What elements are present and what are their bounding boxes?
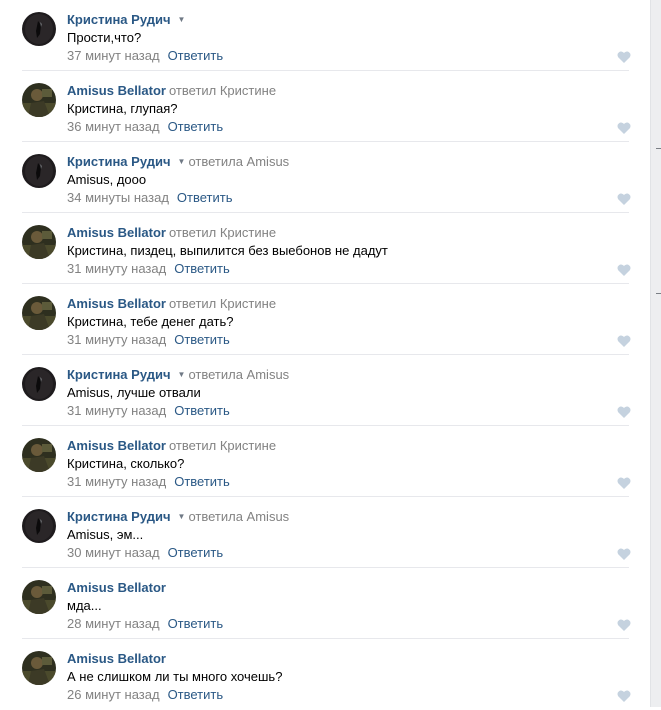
comment-item: Кристина Рудич ▼ Прости,что? 37 минут наз… (0, 0, 650, 71)
comment-date[interactable]: 36 минут назад (67, 119, 160, 134)
comment-date[interactable]: 31 минуту назад (67, 403, 166, 418)
comment-date[interactable]: 37 минут назад (67, 48, 160, 63)
comment-item: Amisus Bellator мда... 28 минут назад Отв… (0, 568, 650, 639)
comment-text: Кристина, пиздец, выпилится без выебонов… (67, 243, 388, 258)
reply-to-label[interactable]: ответил Кристине (169, 83, 276, 98)
comment-item: Кристина Рудич ▼ ответила Amisus Amisus, э… (0, 497, 650, 568)
comment-text: А не слишком ли ты много хочешь? (67, 669, 283, 684)
author-name[interactable]: Amisus Bellator (67, 296, 166, 311)
heart-icon[interactable] (617, 193, 631, 205)
author-name[interactable]: Amisus Bellator (67, 438, 166, 453)
comment-item: Amisus Bellator ответил Кристине Кристина… (0, 71, 650, 142)
avatar-amisus[interactable] (22, 580, 56, 614)
reply-to-label[interactable]: ответил Кристине (169, 438, 276, 453)
avatar-amisus[interactable] (22, 438, 56, 472)
comment-date[interactable]: 31 минуту назад (67, 474, 166, 489)
avatar-kristina[interactable] (22, 12, 56, 46)
author-name[interactable]: Кристина Рудич (67, 367, 171, 382)
author-name[interactable]: Amisus Bellator (67, 83, 166, 98)
chevron-down-icon[interactable]: ▼ (178, 512, 186, 521)
avatar-kristina[interactable] (22, 154, 56, 188)
heart-icon[interactable] (617, 406, 631, 418)
avatar-amisus[interactable] (22, 296, 56, 330)
avatar-amisus[interactable] (22, 225, 56, 259)
avatar-amisus[interactable] (22, 83, 56, 117)
reply-to-label[interactable]: ответила Amisus (188, 154, 289, 169)
author-name[interactable]: Кристина Рудич (67, 154, 171, 169)
avatar-amisus[interactable] (22, 651, 56, 685)
reply-button[interactable]: Ответить (174, 332, 230, 347)
comment-date[interactable]: 31 минуту назад (67, 332, 166, 347)
comment-date[interactable]: 30 минут назад (67, 545, 160, 560)
reply-button[interactable]: Ответить (168, 687, 224, 702)
comment-item: Кристина Рудич ▼ ответила Amisus Amisus, д… (0, 142, 650, 213)
comment-item: Amisus Bellator ответил Кристине Кристина… (0, 426, 650, 497)
chevron-down-icon[interactable]: ▼ (178, 15, 186, 24)
avatar-kristina[interactable] (22, 509, 56, 543)
author-name[interactable]: Amisus Bellator (67, 651, 166, 666)
heart-icon[interactable] (617, 122, 631, 134)
reply-button[interactable]: Ответить (168, 545, 224, 560)
author-name[interactable]: Кристина Рудич (67, 12, 171, 27)
reply-button[interactable]: Ответить (177, 190, 233, 205)
heart-icon[interactable] (617, 51, 631, 63)
comment-text: Кристина, глупая? (67, 101, 178, 116)
comment-text: Кристина, тебе денег дать? (67, 314, 234, 329)
reply-button[interactable]: Ответить (168, 48, 224, 63)
author-name[interactable]: Кристина Рудич (67, 509, 171, 524)
page-scroll-edge (650, 0, 661, 707)
reply-button[interactable]: Ответить (174, 261, 230, 276)
heart-icon[interactable] (617, 690, 631, 702)
comment-text: Amisus, дооо (67, 172, 147, 187)
heart-icon[interactable] (617, 335, 631, 347)
comment-item: Amisus Bellator ответил Кристине Кристина… (0, 284, 650, 355)
heart-icon[interactable] (617, 477, 631, 489)
avatar-kristina[interactable] (22, 367, 56, 401)
edge-tick (656, 148, 661, 149)
comment-text: мда... (67, 598, 102, 613)
reply-button[interactable]: Ответить (174, 403, 230, 418)
comment-date[interactable]: 34 минуты назад (67, 190, 169, 205)
reply-to-label[interactable]: ответил Кристине (169, 296, 276, 311)
comment-item: Amisus Bellator ответил Кристине Кристина… (0, 213, 650, 284)
reply-to-label[interactable]: ответил Кристине (169, 225, 276, 240)
reply-button[interactable]: Ответить (174, 474, 230, 489)
comment-text: Amisus, лучше отвали (67, 385, 201, 400)
comment-date[interactable]: 31 минуту назад (67, 261, 166, 276)
heart-icon[interactable] (617, 548, 631, 560)
comment-text: Кристина, сколько? (67, 456, 185, 471)
author-name[interactable]: Amisus Bellator (67, 580, 166, 595)
comment-item: Кристина Рудич ▼ ответила Amisus Amisus, л… (0, 355, 650, 426)
comment-text: Прости,что? (67, 30, 142, 45)
edge-tick (656, 293, 661, 294)
reply-button[interactable]: Ответить (168, 119, 224, 134)
chevron-down-icon[interactable]: ▼ (178, 157, 186, 166)
heart-icon[interactable] (617, 619, 631, 631)
reply-to-label[interactable]: ответила Amisus (188, 367, 289, 382)
comment-item: Amisus Bellator А не слишком ли ты много… (0, 639, 650, 710)
comment-text: Amisus, эм... (67, 527, 144, 542)
comment-date[interactable]: 26 минут назад (67, 687, 160, 702)
comment-date[interactable]: 28 минут назад (67, 616, 160, 631)
chevron-down-icon[interactable]: ▼ (178, 370, 186, 379)
heart-icon[interactable] (617, 264, 631, 276)
reply-to-label[interactable]: ответила Amisus (188, 509, 289, 524)
comments-list: Кристина Рудич ▼ Прости,что? 37 минут наз… (0, 0, 650, 710)
author-name[interactable]: Amisus Bellator (67, 225, 166, 240)
reply-button[interactable]: Ответить (168, 616, 224, 631)
